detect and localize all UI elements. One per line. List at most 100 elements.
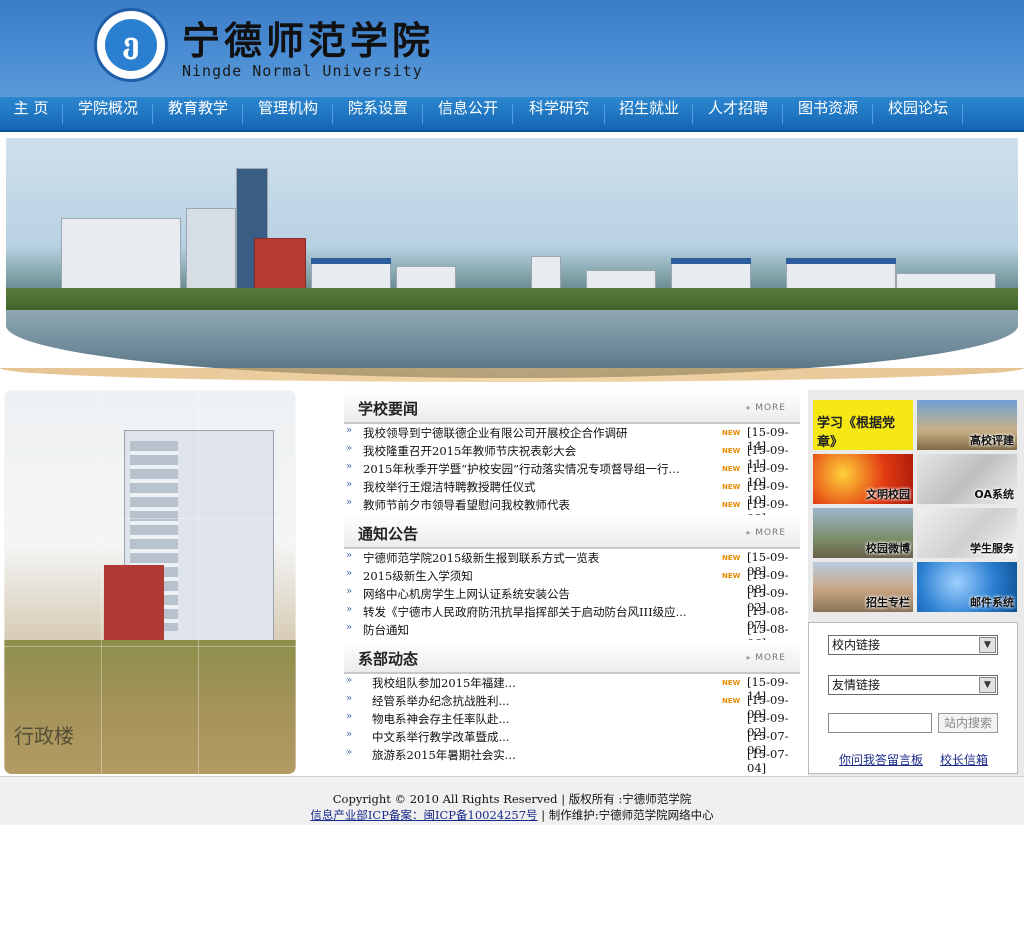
new-badge: NEW: [722, 554, 741, 562]
nav-separator: [332, 104, 333, 124]
copyright-text: Copyright © 2010 All Rights Reserved | 版…: [332, 792, 692, 806]
site-search-input[interactable]: [828, 713, 932, 733]
tile-campus-weibo[interactable]: 校园微博: [813, 508, 913, 558]
tile-label: 学生服务: [970, 542, 1014, 555]
friend-links-select[interactable]: 友情链接 ▼: [828, 675, 998, 695]
school-news-section: 学校要闻 MORE » 我校领导到宁德联德企业有限公司开展校企合作调研 NEW …: [344, 390, 800, 525]
nav-separator: [782, 104, 783, 124]
news-item: » 网络中心机房学生上网认证系统安装公告 [15-09-02]: [344, 586, 800, 614]
site-title: 宁德师范学院: [182, 18, 435, 63]
select-value: 友情链接: [832, 678, 881, 692]
tile-oa-system[interactable]: OA系统: [917, 454, 1017, 504]
nav-separator: [512, 104, 513, 124]
nav-item-forum[interactable]: 校园论坛: [874, 97, 962, 132]
new-badge: NEW: [722, 483, 741, 491]
double-chevron-icon: »: [346, 729, 353, 740]
site-header: ე 宁德师范学院 Ningde Normal University: [0, 0, 1024, 97]
building-roof: [311, 258, 391, 264]
news-link[interactable]: 转发《宁德市人民政府防汛抗旱指挥部关于启动防台风III级应...: [363, 604, 698, 620]
nav-item-departments[interactable]: 院系设置: [334, 97, 422, 132]
nav-separator: [692, 104, 693, 124]
more-link[interactable]: MORE: [747, 653, 786, 663]
university-logo[interactable]: ე: [94, 8, 168, 82]
news-date: [15-07-04]: [747, 747, 789, 775]
tile-label: 高校评建: [970, 434, 1014, 447]
news-item: » 物电系神会存主任率队赴... [15-09-02]: [344, 711, 800, 739]
nav-item-home[interactable]: 主 页: [0, 97, 62, 132]
double-chevron-icon: »: [346, 443, 353, 454]
news-link[interactable]: 中文系举行教学改革暨成...: [372, 729, 698, 745]
double-chevron-icon: »: [346, 425, 353, 436]
double-chevron-icon: »: [346, 711, 353, 722]
news-link[interactable]: 教师节前夕市领导看望慰问我校教师代表: [363, 497, 698, 513]
news-item: » 防台通知 [15-08-06]: [344, 622, 800, 650]
president-mailbox-link[interactable]: 校长信箱: [940, 751, 988, 768]
select-value: 校内链接: [832, 638, 881, 652]
news-link[interactable]: 旅游系2015年暑期社会实...: [372, 747, 698, 763]
department-news-section: 系部动态 MORE » 我校组队参加2015年福建... NEW [15-09-…: [344, 640, 800, 775]
logo-emblem-icon: ე: [105, 19, 157, 71]
nav-separator: [152, 104, 153, 124]
news-link[interactable]: 物电系神会存主任率队赴...: [372, 711, 698, 727]
double-chevron-icon: »: [346, 747, 353, 758]
news-link[interactable]: 防台通知: [363, 622, 698, 638]
more-link[interactable]: MORE: [747, 528, 786, 538]
news-link[interactable]: 我校领导到宁德联德企业有限公司开展校企合作调研: [363, 425, 698, 441]
news-link[interactable]: 我校组队参加2015年福建...: [372, 675, 698, 691]
tile-study-campaign[interactable]: 学习《根据党章》: [813, 400, 913, 450]
new-badge: NEW: [722, 679, 741, 687]
site-search-button[interactable]: 站内搜索: [938, 713, 998, 733]
news-link[interactable]: 我校举行王焜洁特聘教授聘任仪式: [363, 479, 698, 495]
campus-banner: [0, 134, 1024, 384]
nav-item-about[interactable]: 学院概况: [64, 97, 152, 132]
news-link[interactable]: 我校隆重召开2015年教师节庆祝表彰大会: [363, 443, 698, 459]
new-badge: NEW: [722, 572, 741, 580]
news-item: » 经管系举办纪念抗战胜利... NEW [15-09-09]: [344, 693, 800, 721]
news-item: » 宁德师范学院2015级新生报到联系方式一览表 NEW [15-09-08]: [344, 550, 800, 578]
news-item: » 我校举行王焜洁特聘教授聘任仪式 NEW [15-09-10]: [344, 479, 800, 507]
icp-link[interactable]: 信息产业部ICP备案：闽ICP备10024257号: [310, 808, 537, 822]
news-link[interactable]: 2015年秋季开学暨“护校安园”行动落实情况专项督导组一行...: [363, 461, 698, 477]
tile-mail-system[interactable]: 邮件系统: [917, 562, 1017, 612]
tile-student-service[interactable]: 学生服务: [917, 508, 1017, 558]
right-sidebar: 学习《根据党章》 高校评建 文明校园 OA系统 校园微博 学生服务 招生专栏 邮…: [808, 390, 1024, 776]
double-chevron-icon: »: [346, 586, 353, 597]
section-header: 系部动态 MORE: [344, 640, 800, 674]
nav-item-research[interactable]: 科学研究: [514, 97, 604, 132]
news-item: » 旅游系2015年暑期社会实... [15-07-04]: [344, 747, 800, 775]
new-badge: NEW: [722, 697, 741, 705]
tile-college-evaluation[interactable]: 高校评建: [917, 400, 1017, 450]
double-chevron-icon: »: [346, 568, 353, 579]
nav-item-administration[interactable]: 管理机构: [244, 97, 332, 132]
tree-line: [6, 288, 1018, 312]
double-chevron-icon: »: [346, 550, 353, 561]
nav-item-admissions[interactable]: 招生就业: [606, 97, 692, 132]
new-badge: NEW: [722, 501, 741, 509]
nav-separator: [242, 104, 243, 124]
nav-separator: [422, 104, 423, 124]
news-item: » 教师节前夕市领导看望慰问我校教师代表 NEW [15-09-09]: [344, 497, 800, 525]
qa-board-link[interactable]: 你问我答留言板: [839, 751, 923, 768]
building-roof: [671, 258, 751, 264]
tile-label: 校园微博: [866, 542, 910, 555]
main-nav: 主 页 学院概况 教育教学 管理机构 院系设置 信息公开 科学研究 招生就业 人…: [0, 97, 1024, 132]
tile-admissions[interactable]: 招生专栏: [813, 562, 913, 612]
nav-item-disclosure[interactable]: 信息公开: [424, 97, 512, 132]
more-link[interactable]: MORE: [747, 403, 786, 413]
nav-item-library[interactable]: 图书资源: [784, 97, 872, 132]
photo-caption: 行政楼: [14, 724, 74, 748]
news-link[interactable]: 宁德师范学院2015级新生报到联系方式一览表: [363, 550, 698, 566]
building-roof: [786, 258, 896, 264]
tile-civilized-campus[interactable]: 文明校园: [813, 454, 913, 504]
footer-info-line: 信息产业部ICP备案：闽ICP备10024257号 | 制作维护:宁德师范学院网…: [0, 807, 1024, 823]
internal-links-select[interactable]: 校内链接 ▼: [828, 635, 998, 655]
news-link[interactable]: 经管系举办纪念抗战胜利...: [372, 693, 698, 709]
maintainer-text: | 制作维护:宁德师范学院网络中心: [537, 808, 714, 822]
news-item: » 转发《宁德市人民政府防汛抗旱指挥部关于启动防台风III级应... [15-0…: [344, 604, 800, 632]
section-header: 学校要闻 MORE: [344, 390, 800, 424]
news-item: » 2015级新生入学须知 NEW [15-09-08]: [344, 568, 800, 596]
news-link[interactable]: 2015级新生入学须知: [363, 568, 698, 584]
nav-item-recruitment[interactable]: 人才招聘: [694, 97, 782, 132]
news-link[interactable]: 网络中心机房学生上网认证系统安装公告: [363, 586, 698, 602]
nav-item-education[interactable]: 教育教学: [154, 97, 242, 132]
